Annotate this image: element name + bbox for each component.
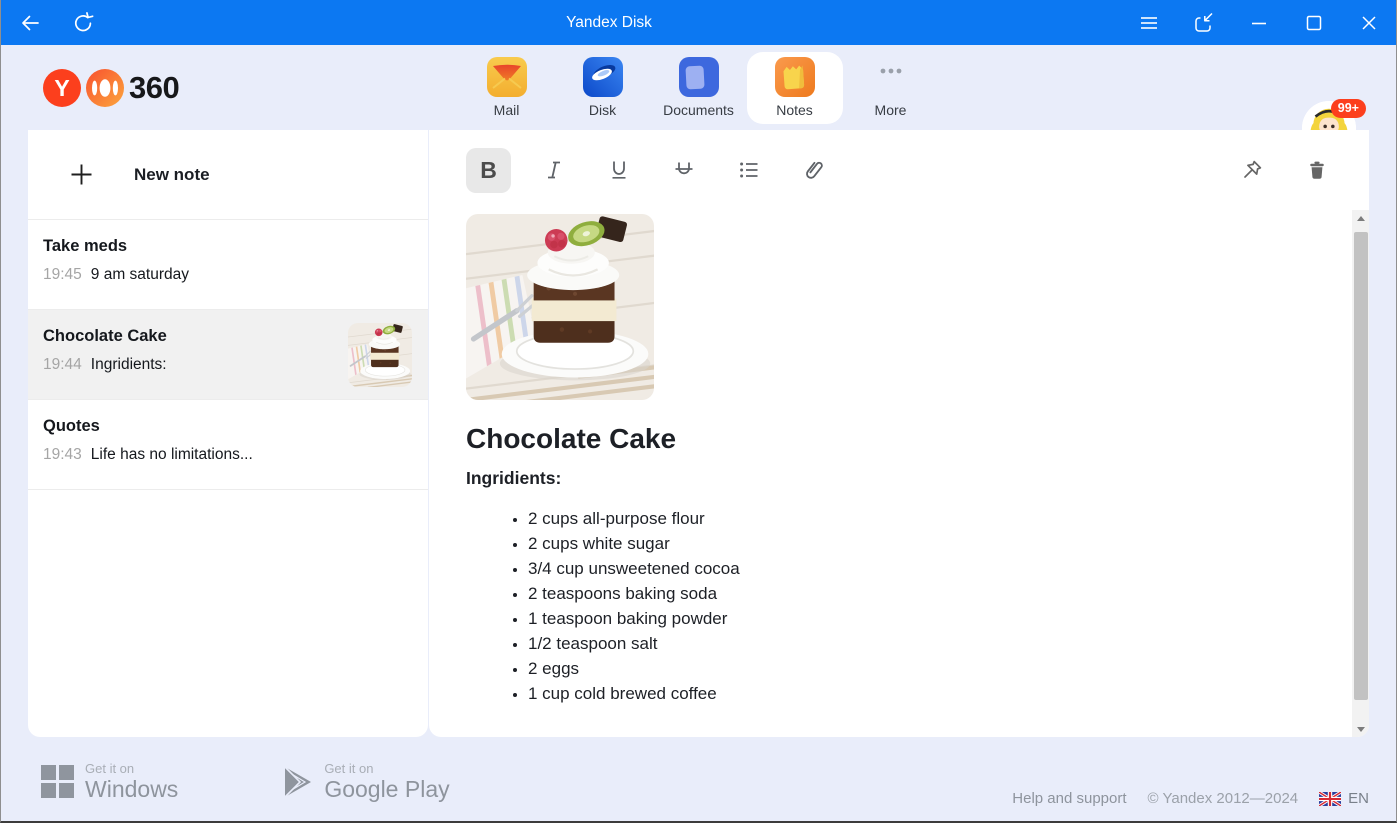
app-window: Yandex Disk [0, 0, 1397, 823]
language-selector[interactable]: EN [1319, 790, 1369, 807]
windows-icon [41, 765, 74, 798]
tab-label: More [875, 102, 907, 118]
gplay-badge-big-text: Google Play [324, 776, 449, 802]
note-thumbnail [348, 323, 412, 387]
windows-badge-big-text: Windows [85, 776, 178, 802]
bullet-list-button[interactable] [726, 148, 771, 193]
app-footer: Get it on Windows Get it on Google Play … [1, 735, 1396, 821]
note-editor-panel: B [429, 130, 1369, 737]
note-time: 19:44 [43, 355, 82, 375]
bold-glyph: B [480, 157, 497, 184]
menu-icon[interactable] [1121, 0, 1176, 45]
italic-button[interactable] [531, 148, 576, 193]
ingredient-item[interactable]: 2 eggs [528, 656, 1352, 681]
plus-icon [68, 161, 95, 188]
window-title: Yandex Disk [97, 14, 1121, 32]
note-list-item[interactable]: Quotes 19:43 Life has no limitations... [28, 400, 428, 490]
tab-notes[interactable]: Notes [747, 52, 843, 124]
ingredient-item[interactable]: 1/2 teaspoon salt [528, 631, 1352, 656]
note-list-item[interactable]: Take meds 19:45 9 am saturday [28, 220, 428, 310]
note-title: Take meds [43, 236, 332, 257]
tab-label: Disk [589, 102, 616, 118]
tab-label: Documents [663, 102, 734, 118]
windows-badge-small-text: Get it on [85, 761, 178, 776]
refresh-icon[interactable] [70, 9, 97, 36]
language-label: EN [1348, 790, 1369, 807]
note-time: 19:43 [43, 445, 82, 465]
uk-flag-icon [1319, 792, 1341, 806]
ingredient-item[interactable]: 1 cup cold brewed coffee [528, 681, 1352, 706]
notes-icon [775, 57, 815, 97]
delete-note-button[interactable] [1294, 148, 1339, 193]
minimize-icon[interactable] [1231, 0, 1286, 45]
underline-button[interactable] [596, 148, 641, 193]
note-title: Chocolate Cake [43, 326, 332, 347]
note-heading[interactable]: Chocolate Cake [466, 422, 1352, 456]
notification-badge: 99+ [1331, 99, 1366, 118]
strikethrough-button[interactable] [661, 148, 706, 193]
get-windows-app-link[interactable]: Get it on Windows [41, 761, 178, 802]
tab-more[interactable]: More [843, 52, 939, 124]
documents-icon [679, 57, 719, 97]
note-preview: Life has no limitations... [91, 445, 253, 465]
get-google-play-link[interactable]: Get it on Google Play [283, 761, 449, 802]
back-icon[interactable] [16, 9, 43, 36]
strikethrough-icon [672, 158, 696, 182]
logo-360-text: 360 [129, 70, 179, 106]
editor-toolbar: B [429, 130, 1369, 210]
pin-icon [1240, 158, 1264, 182]
note-subheading[interactable]: Ingridients: [466, 468, 1352, 489]
new-note-button[interactable]: New note [28, 130, 428, 220]
pin-note-button[interactable] [1229, 148, 1274, 193]
new-note-label: New note [134, 165, 210, 185]
yandex-360-logo[interactable]: Y 360 [43, 69, 179, 107]
ingredients-list[interactable]: 2 cups all-purpose flour 2 cups white su… [466, 506, 1352, 706]
note-image-cake[interactable] [466, 214, 654, 400]
paperclip-icon [801, 157, 827, 183]
ingredient-item[interactable]: 2 cups white sugar [528, 531, 1352, 556]
note-time: 19:45 [43, 265, 82, 285]
ingredient-item[interactable]: 1 teaspoon baking powder [528, 606, 1352, 631]
scroll-up-arrow[interactable] [1352, 210, 1369, 226]
help-and-support-link[interactable]: Help and support [1012, 790, 1126, 807]
maximize-icon[interactable] [1286, 0, 1341, 45]
tab-label: Notes [776, 102, 813, 118]
titlebar: Yandex Disk [1, 0, 1396, 45]
editor-scrollbar[interactable] [1352, 210, 1369, 737]
copyright-text: © Yandex 2012—2024 [1148, 790, 1299, 807]
gplay-badge-small-text: Get it on [324, 761, 449, 776]
tab-documents[interactable]: Documents [651, 52, 747, 124]
note-title: Quotes [43, 416, 332, 437]
compact-mode-icon[interactable] [1176, 0, 1231, 45]
ingredient-item[interactable]: 2 teaspoons baking soda [528, 581, 1352, 606]
note-preview: Ingridients: [91, 355, 167, 375]
360-rings-icon [86, 69, 124, 107]
svg-text:Y: Y [54, 75, 69, 101]
disk-icon [583, 57, 623, 97]
close-icon[interactable] [1341, 0, 1396, 45]
ingredient-item[interactable]: 3/4 cup unsweetened cocoa [528, 556, 1352, 581]
tab-mail[interactable]: Mail [459, 52, 555, 124]
italic-icon [542, 158, 566, 182]
note-content[interactable]: Chocolate Cake Ingridients: 2 cups all-p… [429, 210, 1352, 737]
service-nav: Mail Disk Documents [459, 45, 939, 130]
note-list-item-selected[interactable]: Chocolate Cake 19:44 Ingridients: [28, 310, 428, 400]
notes-sidebar: New note Take meds 19:45 9 am saturday C… [28, 130, 428, 737]
attach-button[interactable] [791, 148, 836, 193]
trash-icon [1306, 159, 1328, 181]
note-preview: 9 am saturday [91, 265, 189, 285]
app-header: Y 360 M [1, 45, 1396, 130]
tab-label: Mail [494, 102, 520, 118]
google-play-icon [283, 765, 313, 799]
tab-disk[interactable]: Disk [555, 52, 651, 124]
more-icon [871, 57, 911, 97]
bold-button[interactable]: B [466, 148, 511, 193]
scrollbar-thumb[interactable] [1354, 232, 1368, 700]
ingredient-item[interactable]: 2 cups all-purpose flour [528, 506, 1352, 531]
bullet-list-icon [737, 158, 761, 182]
mail-icon [487, 57, 527, 97]
yandex-y-icon: Y [43, 69, 81, 107]
underline-icon [607, 158, 631, 182]
